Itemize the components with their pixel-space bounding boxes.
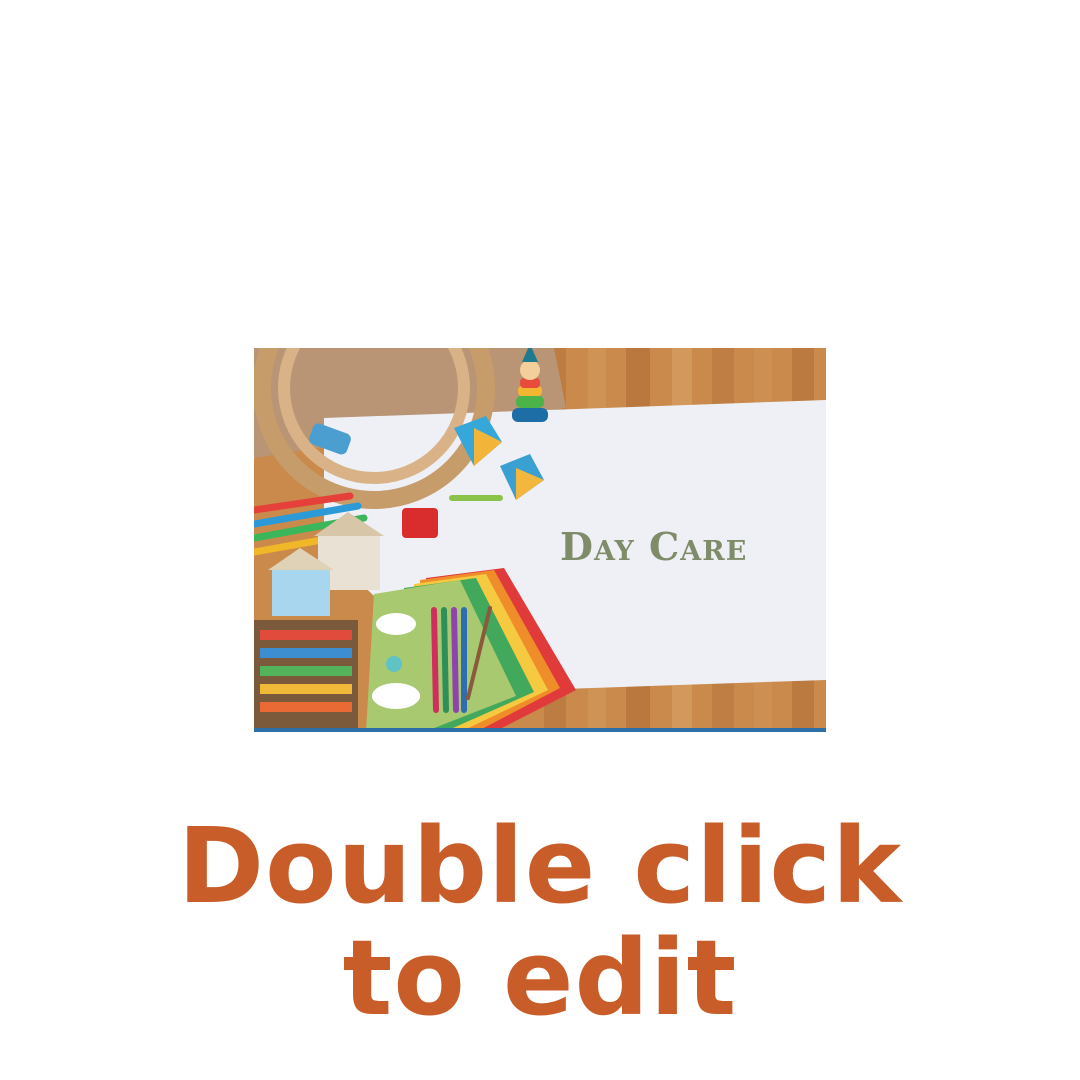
headline-text[interactable]: Double click to edit [0, 810, 1080, 1034]
daycare-photo[interactable]: Day Care [254, 348, 826, 732]
headline-line-1: Double click [177, 805, 903, 927]
photo-title: Day Care [560, 524, 748, 569]
headline-line-2: to edit [342, 917, 738, 1039]
